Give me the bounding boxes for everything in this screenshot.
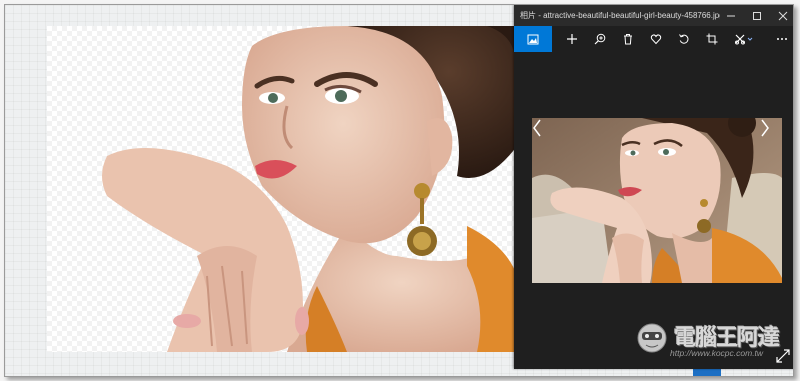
toolbar (514, 26, 793, 52)
watermark: 電腦王阿達 http://www.kocpc.com.tw (634, 318, 793, 362)
expand-icon (776, 349, 790, 363)
plus-icon (567, 34, 577, 44)
more-button[interactable] (768, 26, 793, 52)
crop-icon (706, 33, 718, 45)
photo (532, 118, 782, 283)
cutout-photo (102, 26, 517, 352)
edit-tools-icon (735, 34, 753, 45)
watermark-url: http://www.kocpc.com.tw (670, 348, 764, 358)
maximize-button[interactable] (744, 5, 770, 26)
chevron-left-icon (533, 119, 541, 137)
desktop-frame: 相片 - attractive-beautiful-beautiful-girl… (4, 4, 794, 377)
taskbar-indicator (693, 369, 721, 376)
zoom-in-icon (594, 33, 606, 45)
close-icon (778, 11, 788, 20)
image-icon (527, 34, 539, 44)
minimize-icon (727, 15, 735, 16)
edit-create-button[interactable] (726, 26, 762, 52)
title-bar: 相片 - attractive-beautiful-beautiful-girl… (514, 5, 793, 26)
favorite-button[interactable] (642, 26, 670, 52)
chevron-right-icon (761, 119, 769, 137)
window-title: 相片 - attractive-beautiful-beautiful-girl… (520, 11, 720, 20)
trash-icon (624, 34, 632, 45)
rotate-button[interactable] (670, 26, 698, 52)
crop-button[interactable] (698, 26, 726, 52)
window-controls (718, 5, 793, 26)
close-button[interactable] (770, 5, 793, 26)
add-button[interactable] (558, 26, 586, 52)
more-icon (777, 38, 787, 40)
fullscreen-button[interactable] (776, 349, 790, 363)
previous-photo-button[interactable] (532, 118, 554, 283)
maximize-icon (753, 11, 761, 20)
transparent-canvas (47, 26, 517, 352)
mascot-logo-icon (637, 323, 667, 353)
view-collection-button[interactable] (514, 26, 552, 52)
delete-button[interactable] (614, 26, 642, 52)
minimize-button[interactable] (718, 5, 744, 26)
next-photo-button[interactable] (760, 118, 782, 283)
heart-icon (650, 34, 662, 45)
zoom-button[interactable] (586, 26, 614, 52)
photos-app-window: 相片 - attractive-beautiful-beautiful-girl… (514, 5, 793, 369)
photo-viewer[interactable] (532, 118, 782, 283)
rotate-icon (679, 34, 689, 44)
